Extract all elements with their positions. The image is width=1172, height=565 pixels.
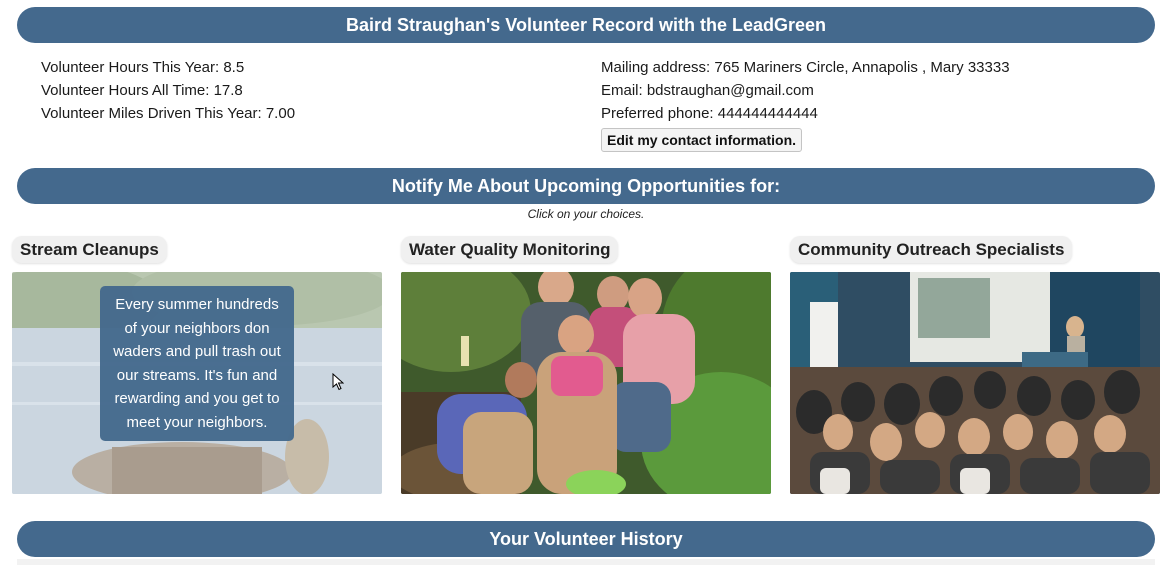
mailing-address: Mailing address: 765 Mariners Circle, An… — [601, 59, 1010, 76]
water-quality-photo[interactable] — [401, 272, 771, 494]
contact-info: Mailing address: 765 Mariners Circle, An… — [601, 56, 1010, 152]
edit-contact-button[interactable]: Edit my contact information. — [601, 128, 803, 152]
history-content-edge — [17, 559, 1155, 565]
stream-cleanups-photo[interactable]: Every summer hundreds of your neighbors … — [12, 272, 382, 494]
hours-all-time: Volunteer Hours All Time: 17.8 — [41, 82, 243, 99]
opportunity-label-water-quality[interactable]: Water Quality Monitoring — [401, 236, 619, 263]
water-photo-image — [401, 272, 771, 494]
hours-this-year: Volunteer Hours This Year: 8.5 — [41, 59, 245, 76]
opportunity-label-community-outreach[interactable]: Community Outreach Specialists — [790, 236, 1073, 263]
page-title: Baird Straughan's Volunteer Record with … — [345, 14, 827, 35]
arrow-cursor-icon — [332, 373, 344, 391]
opportunity-label-stream-cleanups[interactable]: Stream Cleanups — [12, 236, 167, 263]
notify-hint: Click on your choices. — [527, 207, 645, 221]
community-outreach-photo[interactable] — [790, 272, 1160, 494]
stream-cleanups-description: Every summer hundreds of your neighbors … — [100, 286, 294, 441]
page-title-bar: Baird Straughan's Volunteer Record with … — [17, 7, 1155, 43]
history-title: Your Volunteer History — [489, 528, 683, 549]
volunteer-stats: Volunteer Hours This Year: 8.5 Volunteer… — [41, 56, 295, 125]
outreach-photo-image — [790, 272, 1160, 494]
notify-section-bar: Notify Me About Upcoming Opportunities f… — [17, 168, 1155, 204]
miles-this-year: Volunteer Miles Driven This Year: 7.00 — [41, 105, 296, 122]
email-address: Email: bdstraughan@gmail.com — [601, 82, 814, 99]
preferred-phone: Preferred phone: 444444444444 — [601, 105, 818, 122]
notify-title: Notify Me About Upcoming Opportunities f… — [391, 175, 781, 196]
history-section-bar: Your Volunteer History — [17, 521, 1155, 557]
